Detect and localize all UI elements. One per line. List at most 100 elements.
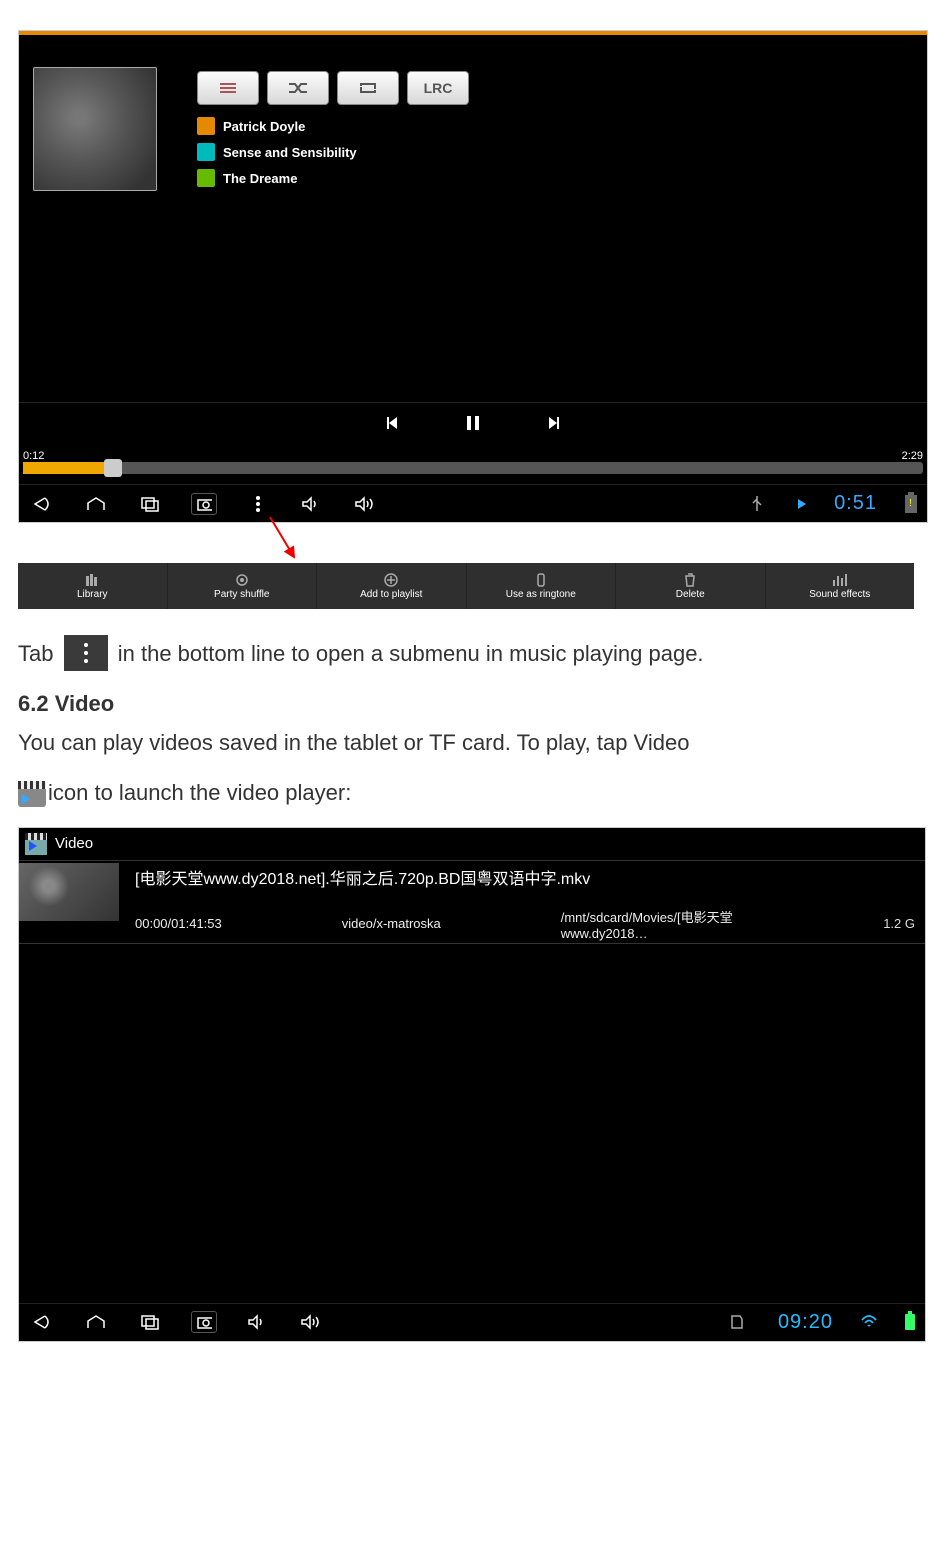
status-clock: 09:20 [778,1311,833,1334]
volume-up-icon [354,496,378,512]
wifi-icon [861,1314,877,1330]
battery-icon: ! [905,495,917,513]
submenu-library[interactable]: Library [18,563,168,609]
back-button[interactable] [29,1311,55,1333]
library-icon [84,573,100,587]
camera-icon [196,1315,212,1329]
kebab-icon [255,495,261,513]
artist-name: Patrick Doyle [223,119,305,134]
document-body: Tab in the bottom line to open a submenu… [18,637,928,809]
volume-down-button[interactable] [299,493,325,515]
ringtone-icon [533,573,549,587]
video-title: [电影天堂www.dy2018.net].华丽之后.720p.BD国粤双语中字.… [135,863,925,889]
track-row[interactable]: The Dreame [197,169,357,187]
prev-button[interactable] [383,413,403,433]
repeat-icon [357,81,379,95]
album-row[interactable]: Sense and Sensibility [197,143,357,161]
next-button[interactable] [543,413,563,433]
home-button[interactable] [83,493,109,515]
time-elapsed: 0:12 [23,450,44,462]
volume-up-icon [300,1314,324,1330]
video-header: Video [19,828,925,860]
recent-icon [140,1314,160,1330]
artist-icon [197,117,215,135]
submenu-label: Add to playlist [360,589,422,600]
system-navbar-video: 09:20 [19,1303,925,1341]
party-shuffle-icon [234,573,250,587]
progress-fill [23,462,113,474]
kebab-icon-inline [64,635,108,671]
album-icon [197,143,215,161]
lrc-button[interactable]: LRC [407,71,469,105]
recent-button[interactable] [137,493,163,515]
delete-icon [682,573,698,587]
music-submenu: Library Party shuffle Add to playlist Us… [18,563,914,609]
play-indicator-icon [798,499,806,509]
video-path: /mnt/sdcard/Movies/[电影天堂www.dy2018… [561,907,763,941]
submenu-party-shuffle[interactable]: Party shuffle [168,563,318,609]
back-icon [31,1314,53,1330]
video-app-icon [25,833,47,855]
home-icon [85,496,107,512]
volume-up-button[interactable] [353,493,379,515]
submenu-sound-effects[interactable]: Sound effects [766,563,915,609]
back-button[interactable] [29,493,55,515]
album-name: Sense and Sensibility [223,145,357,160]
screenshot-button[interactable] [191,493,217,515]
progress-thumb[interactable] [104,459,122,477]
section-heading: 6.2 Video [18,691,928,717]
screenshot-button[interactable] [191,1311,217,1333]
submenu-label: Party shuffle [214,589,269,600]
volume-down-icon [247,1314,269,1330]
lrc-label: LRC [424,80,453,96]
submenu-ringtone[interactable]: Use as ringtone [467,563,617,609]
submenu-label: Use as ringtone [506,589,576,600]
shuffle-icon [287,81,309,95]
shuffle-button[interactable] [267,71,329,105]
pause-icon [466,415,480,431]
submenu-label: Delete [676,589,705,600]
volume-up-button[interactable] [299,1311,325,1333]
track-info: Patrick Doyle Sense and Sensibility The … [197,117,357,195]
artist-row[interactable]: Patrick Doyle [197,117,357,135]
submenu-add-playlist[interactable]: Add to playlist [317,563,467,609]
sdcard-icon [724,1311,750,1333]
video-header-label: Video [55,835,93,852]
time-total: 2:29 [902,450,923,462]
skip-prev-icon [385,415,401,431]
video-instruction-a: You can play videos saved in the tablet … [18,727,928,759]
pause-button[interactable] [463,413,483,433]
menu-button[interactable] [245,493,271,515]
submenu-delete[interactable]: Delete [616,563,766,609]
video-mime: video/x-matroska [342,916,441,931]
recent-button[interactable] [137,1311,163,1333]
home-button[interactable] [83,1311,109,1333]
submenu-label: Sound effects [809,589,870,600]
volume-down-button[interactable] [245,1311,271,1333]
progress-bar[interactable] [19,462,927,476]
video-app-icon [18,781,46,807]
playlist-button[interactable] [197,71,259,105]
track-icon [197,169,215,187]
back-icon [31,496,53,512]
skip-next-icon [545,415,561,431]
volume-down-icon [301,496,323,512]
system-navbar: 0:51 ! [19,484,927,522]
track-name: The Dreame [223,171,297,186]
repeat-button[interactable] [337,71,399,105]
video-size: 1.2 G [883,916,925,931]
equalizer-icon [832,573,848,587]
home-icon [85,1314,107,1330]
time-row: 0:12 2:29 [19,450,927,462]
video-list-item[interactable]: [电影天堂www.dy2018.net].华丽之后.720p.BD国粤双语中字.… [19,860,925,944]
submenu-instruction: Tab in the bottom line to open a submenu… [18,637,928,673]
status-clock: 0:51 [834,492,877,515]
video-thumbnail [19,863,119,921]
video-player-screenshot: Video [电影天堂www.dy2018.net].华丽之后.720p.BD国… [18,827,926,1342]
list-icon [218,81,238,95]
accent-bar [19,31,927,35]
battery-icon [905,1314,915,1330]
playback-controls [19,402,927,442]
annotation-arrow [18,523,928,563]
submenu-label: Library [77,589,108,600]
